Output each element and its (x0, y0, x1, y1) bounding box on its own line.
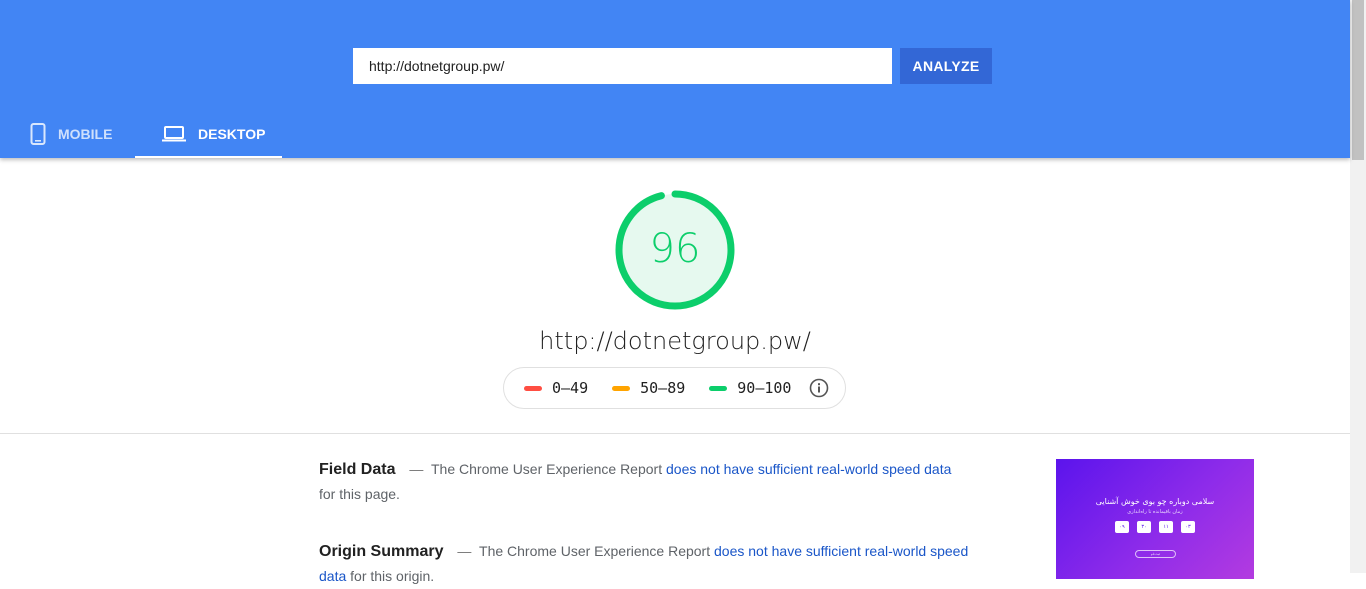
legend-item-poor: 0–49 (524, 379, 588, 397)
countdown-box: ۱۱ (1159, 521, 1173, 533)
legend-label-good: 90–100 (737, 379, 792, 397)
origin-summary-dash: — (457, 543, 472, 559)
field-data-link[interactable]: does not have sufficient real-world spee… (666, 461, 951, 477)
field-data-prefix: The Chrome User Experience Report (431, 461, 663, 477)
analyzed-url: http://dotnetgroup.pw/ (539, 327, 811, 355)
active-tab-indicator (135, 156, 282, 158)
countdown-box: ۰۹ (1115, 521, 1129, 533)
legend-label-average: 50–89 (640, 379, 686, 397)
tab-mobile[interactable]: MOBILE (0, 110, 135, 158)
url-input[interactable] (353, 48, 892, 84)
field-data-suffix: for this page. (319, 486, 400, 502)
legend-bar-average (612, 385, 631, 391)
origin-summary-suffix: for this origin. (350, 568, 435, 584)
origin-summary-section: Origin Summary — The Chrome User Experie… (319, 539, 969, 589)
tab-mobile-label: MOBILE (58, 126, 113, 142)
header-bar: ANALYZE MOBILE DESKTOP (0, 0, 1350, 158)
legend-bar-good (709, 385, 728, 391)
origin-summary-title: Origin Summary (319, 543, 444, 560)
page-screenshot-thumbnail: سلامی دوباره چو بوی خوش آشنایی زمان باقی… (1056, 459, 1254, 579)
legend-bar-poor (524, 385, 542, 391)
tab-desktop[interactable]: DESKTOP (135, 110, 282, 158)
origin-summary-prefix: The Chrome User Experience Report (479, 543, 711, 559)
analyze-button[interactable]: ANALYZE (900, 48, 992, 84)
thumbnail-title: سلامی دوباره چو بوی خوش آشنایی (1095, 497, 1215, 506)
info-icon[interactable] (809, 378, 829, 398)
section-divider (0, 433, 1350, 434)
legend-label-poor: 0–49 (552, 379, 589, 397)
laptop-icon (162, 126, 186, 142)
scrollbar-thumb[interactable] (1352, 0, 1364, 160)
countdown-box: ۳۰ (1137, 521, 1151, 533)
field-data-section: Field Data — The Chrome User Experience … (319, 457, 969, 507)
countdown-box: ۰۳ (1181, 521, 1195, 533)
thumbnail-countdown: ۰۹ ۳۰ ۱۱ ۰۳ (1056, 521, 1254, 533)
legend-item-average: 50–89 (612, 379, 685, 397)
thumbnail-button: ثبت نام (1135, 550, 1176, 558)
thumbnail-subtitle: زمان باقیمانده تا راه‌اندازی (1127, 509, 1183, 515)
scrollbar[interactable] (1350, 0, 1366, 573)
performance-score: 96 (649, 226, 701, 272)
tab-desktop-label: DESKTOP (198, 126, 266, 142)
field-data-title: Field Data (319, 461, 396, 478)
score-legend: 0–49 50–89 90–100 (503, 367, 846, 409)
smartphone-icon (30, 123, 46, 145)
field-data-dash: — (409, 461, 424, 477)
legend-item-good: 90–100 (709, 379, 791, 397)
